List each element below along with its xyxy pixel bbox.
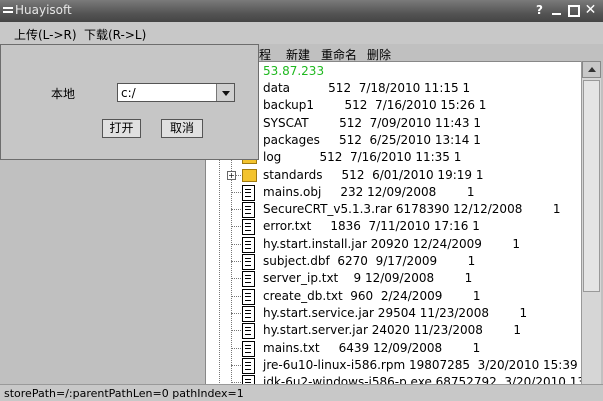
file-icon: [242, 305, 255, 322]
file-icon: [242, 254, 255, 270]
tree-item-label: standards 512 6/01/2010 19:19 1: [263, 167, 484, 182]
tree-file-row[interactable]: mains.txt 6439 12/09/2008 1: [206, 340, 576, 357]
tree-file-row[interactable]: error.txt 1836 7/11/2010 17:16 1: [206, 218, 576, 236]
tree-item-label: packages 512 6/25/2010 13:14 1: [263, 132, 481, 147]
tree-connector: [231, 209, 241, 211]
tree-item-label: create_db.txt 960 2/24/2009 1: [263, 288, 481, 303]
tree-file-row[interactable]: create_db.txt 960 2/24/2009 1: [206, 288, 576, 305]
tree-item-label: log 512 7/16/2010 11:35 1: [263, 150, 462, 165]
tree-item-label: hy.start.server.jar 24020 11/23/2008 1: [263, 323, 522, 338]
tree-connector: [231, 261, 241, 262]
menu-download[interactable]: 下载(R->L): [84, 26, 146, 43]
drive-select[interactable]: c:/: [117, 83, 235, 102]
tree-item-label: mains.txt 6439 12/09/2008 1: [263, 340, 481, 355]
file-icon: [242, 271, 255, 288]
tree-folder-row[interactable]: + standards 512 6/01/2010 19:19 1: [206, 167, 576, 184]
local-drive-dialog: 本地 c:/ 打开 取消: [0, 44, 259, 160]
tree-file-row[interactable]: jre-6u10-linux-i586.rpm 19807285 3/20/20…: [206, 357, 582, 374]
tree-item-label: hy.start.service.jar 29504 11/23/2008 1: [263, 305, 528, 320]
tree-file-row[interactable]: hy.start.install.jar 20920 12/24/2009 1: [206, 236, 576, 253]
vertical-scrollbar[interactable]: [581, 61, 601, 384]
tree-file-row[interactable]: SecureCRT_v5.1.3.rar 6178390 12/12/2008 …: [206, 201, 576, 219]
tree-connector: [231, 364, 241, 366]
local-label: 本地: [51, 87, 76, 101]
tree-connector: [231, 191, 241, 193]
tree-item-label: server_ip.txt 9 12/09/2008 1: [263, 271, 473, 286]
tree-file-row[interactable]: server_ip.txt 9 12/09/2008 1: [206, 270, 576, 288]
expand-icon[interactable]: +: [227, 170, 236, 180]
chevron-down-icon[interactable]: [216, 84, 234, 101]
tree-file-row[interactable]: hy.start.server.jar 24020 11/23/2008 1: [206, 322, 576, 340]
cancel-button[interactable]: 取消: [161, 119, 203, 138]
drive-select-value: c:/: [121, 86, 136, 100]
title-bar: Huayisoft ? ✕: [0, 0, 603, 22]
tree-item-label: SYSCAT 512 7/09/2010 11:43 1: [263, 115, 481, 130]
tree-connector: [231, 295, 241, 297]
tree-connector: [231, 278, 241, 280]
tree-file-row[interactable]: hy.start.service.jar 29504 11/23/2008 1: [206, 305, 576, 322]
folder-icon: [242, 168, 257, 182]
file-icon: [242, 357, 255, 374]
tree-item-label: SecureCRT_v5.1.3.rar 6178390 12/12/2008 …: [263, 202, 561, 217]
tree-item-label: error.txt 1836 7/11/2010 17:16 1: [263, 219, 480, 234]
app-menu-icon[interactable]: [3, 5, 13, 15]
tree-folder-row[interactable]: backup1 512 7/16/2010 15:26 1: [206, 97, 576, 114]
minimize-icon[interactable]: [550, 4, 563, 17]
tree-connector: [231, 226, 241, 228]
tree-folder-row[interactable]: SYSCAT 512 7/09/2010 11:43 1: [206, 115, 576, 132]
file-icon: [242, 184, 255, 201]
tree-connector: [231, 330, 241, 332]
file-icon: [242, 340, 255, 357]
host-label: 53.87.233: [263, 64, 325, 78]
file-icon: [242, 236, 255, 253]
window-title: Huayisoft: [15, 3, 72, 17]
open-button[interactable]: 打开: [102, 119, 141, 138]
tree-folder-row[interactable]: log 512 7/16/2010 11:35 1: [206, 149, 576, 166]
status-text: storePath=/:parentPathLen=0 pathIndex=1: [4, 387, 244, 400]
file-icon: [242, 288, 255, 305]
close-icon[interactable]: ✕: [584, 3, 597, 17]
tree-connector: [231, 347, 241, 349]
tree-folder-row[interactable]: data 512 7/18/2010 11:15 1: [206, 80, 576, 97]
file-icon: [242, 323, 255, 340]
status-bar: storePath=/:parentPathLen=0 pathIndex=1: [0, 384, 603, 401]
tree-item-label: backup1 512 7/16/2010 15:26 1: [263, 98, 487, 113]
scroll-thumb[interactable]: [583, 80, 600, 292]
tree-item-label: mains.obj 232 12/09/2008 1: [263, 184, 475, 199]
tree-item-label: subject.dbf 6270 9/17/2009 1: [263, 254, 476, 268]
remote-file-tree[interactable]: 53.87.233 data 512 7/18/2010 11:15 1 back…: [205, 61, 582, 385]
tree-item-label: jre-6u10-linux-i586.rpm 19807285 3/20/20…: [263, 357, 582, 372]
tree-file-row[interactable]: mains.obj 232 12/09/2008 1: [206, 184, 576, 201]
tree-connector: [231, 243, 241, 245]
scroll-up-arrow-icon[interactable]: [582, 61, 601, 78]
file-icon: [242, 219, 255, 236]
menu-bar: 上传(L->R) 下载(R->L): [0, 22, 603, 44]
menu-upload[interactable]: 上传(L->R): [14, 26, 77, 43]
maximize-icon[interactable]: [567, 4, 580, 17]
tree-file-row[interactable]: subject.dbf 6270 9/17/2009 1: [206, 253, 576, 270]
tree-connector: [231, 312, 241, 314]
remote-toolbar: 程 新建 重命名 删除: [259, 44, 459, 62]
help-button[interactable]: ?: [533, 4, 546, 17]
tree-item-label: data 512 7/18/2010 11:15 1: [263, 81, 471, 95]
file-icon: [242, 202, 255, 219]
tree-item-label: hy.start.install.jar 20920 12/24/2009 1: [263, 236, 521, 251]
tree-folder-row[interactable]: packages 512 6/25/2010 13:14 1: [206, 132, 576, 149]
tree-connector: [231, 382, 241, 384]
